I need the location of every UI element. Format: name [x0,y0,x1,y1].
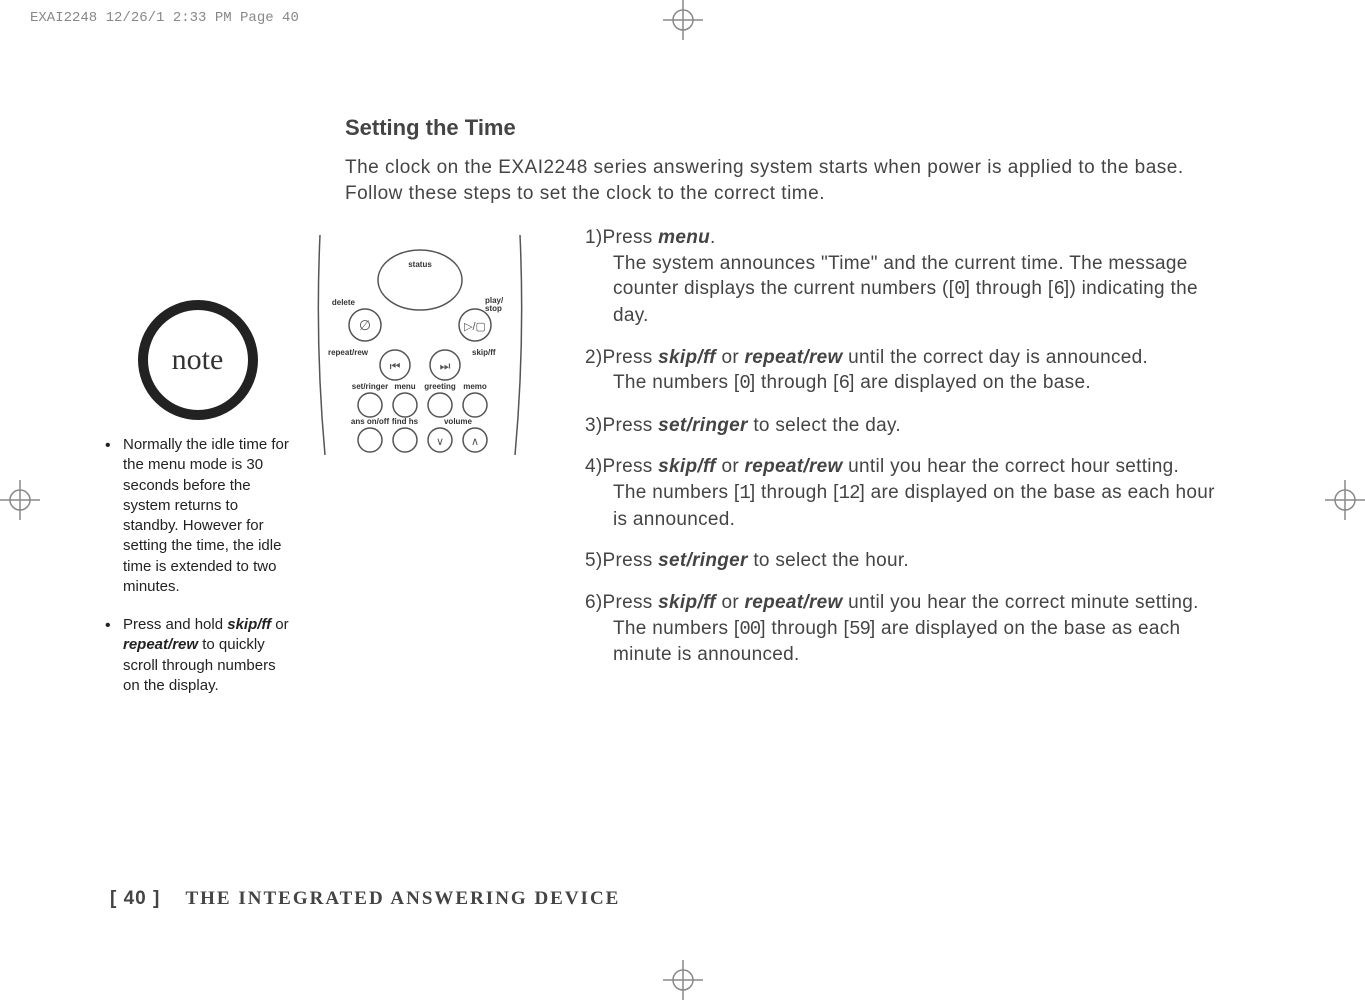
step-1: 1)Press menu.The system announces "Time"… [585,225,1215,329]
display-digits: 00 [739,618,760,640]
step-number: 5) [585,550,603,571]
keyword: menu [658,227,710,248]
step-number: 1) [585,227,603,248]
note-list: Normally the idle time for the menu mode… [105,435,290,696]
lbl-skipff: skip/ff [472,348,496,357]
svg-text:▷/▢: ▷/▢ [464,321,486,333]
keyword: skip/ff [658,592,716,613]
step-3: 3)Press set/ringer to select the day. [585,413,1215,439]
lbl-memo: memo [463,382,487,391]
page-title: Setting the Time [345,115,516,141]
display-digits: 6 [1053,278,1063,300]
display-digits: 0 [954,278,964,300]
step-6: 6)Press skip/ff or repeat/rew until you … [585,590,1215,668]
step-number: 6) [585,592,603,613]
device-illustration: ∅ ▷/▢ ⏮ ⏭ ∨ ∧ status delete play/ stop r… [310,225,530,465]
display-digits: 6 [839,372,849,394]
svg-text:∅: ∅ [359,317,371,333]
lbl-delete: delete [332,298,356,307]
svg-text:⏭: ⏭ [440,359,451,373]
step-5: 5)Press set/ringer to select the hour. [585,548,1215,574]
crop-mark-left [0,480,40,520]
note-item-1: Normally the idle time for the menu mode… [105,435,290,597]
step-number: 4) [585,456,603,477]
note-item-1-text: Normally the idle time for the menu mode… [123,436,289,595]
note-badge-label: note [172,343,224,377]
lbl-findhs: find hs [392,417,419,426]
step-number: 2) [585,347,603,368]
step-2: 2)Press skip/ff or repeat/rew until the … [585,345,1215,397]
step-number: 3) [585,415,603,436]
svg-text:⏮: ⏮ [390,359,401,373]
note-badge: note [138,300,258,420]
lbl-ansonoff: ans on/off [351,417,390,426]
keyword: set/ringer [658,415,748,436]
print-header-slug: EXAI2248 12/26/1 2:33 PM Page 40 [30,10,299,26]
display-digits: 0 [739,372,749,394]
steps-list: 1)Press menu.The system announces "Time"… [585,225,1215,684]
page-number: [ 40 ] [110,888,160,909]
crop-mark-top [663,0,703,40]
lbl-playstop2: stop [485,304,502,313]
display-digits: 59 [849,618,870,640]
keyword: set/ringer [658,550,748,571]
keyword: skip/ff [658,347,716,368]
display-digits: 1 [739,482,749,504]
page-footer: [ 40 ] THE INTEGRATED ANSWERING DEVICE [110,888,620,910]
svg-text:∧: ∧ [471,436,479,448]
svg-text:∨: ∨ [436,436,444,448]
lbl-status: status [408,260,432,269]
lbl-volume: volume [444,417,473,426]
lbl-setringer: set/ringer [352,382,388,391]
lbl-greeting: greeting [424,382,456,391]
section-name: THE INTEGRATED ANSWERING DEVICE [185,888,620,909]
keyword: repeat/rew [745,592,843,613]
crop-mark-right [1325,480,1365,520]
note-sidebar: note Normally the idle time for the menu… [105,300,290,714]
intro-paragraph: The clock on the EXAI2248 series answeri… [345,155,1215,206]
crop-mark-bottom [663,960,703,1000]
lbl-repeatrew: repeat/rew [328,348,369,357]
keyword: repeat/rew [745,347,843,368]
keyword: skip/ff [658,456,716,477]
step-4: 4)Press skip/ff or repeat/rew until you … [585,454,1215,532]
display-digits: 12 [839,482,860,504]
note-item-2: Press and hold skip/ff or repeat/rew to … [105,615,290,696]
keyword: repeat/rew [745,456,843,477]
lbl-menu: menu [394,382,415,391]
